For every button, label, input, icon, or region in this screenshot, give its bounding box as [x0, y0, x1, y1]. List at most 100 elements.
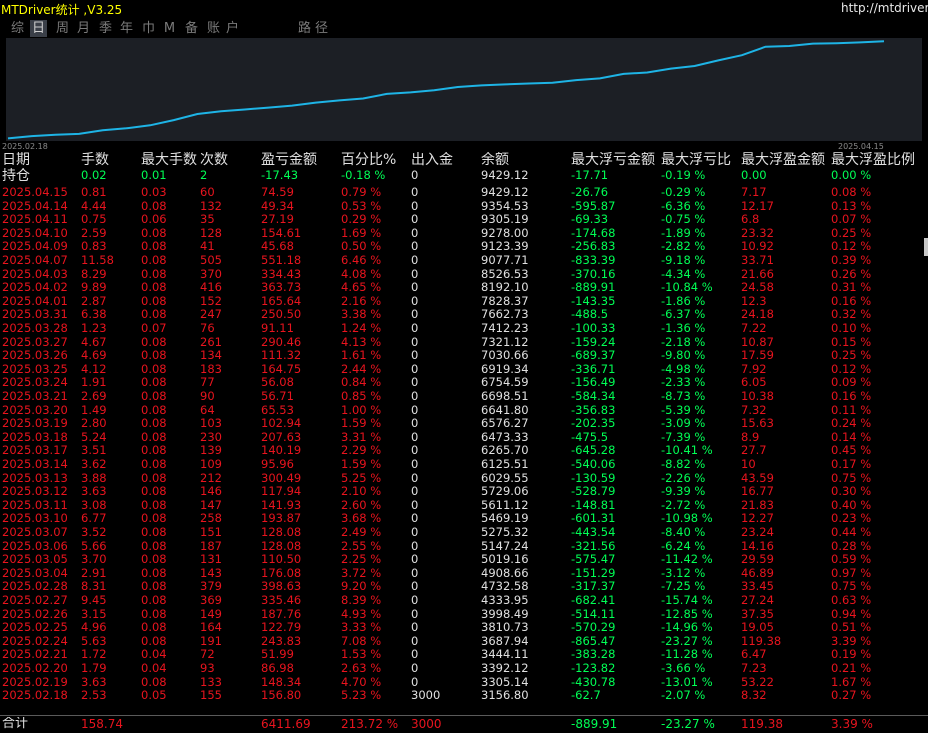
tab-1[interactable]: 日: [30, 20, 47, 37]
table-row[interactable]: 2025.03.11 3.08 0.08 147 141.93 2.60 % 0 5611.1…: [0, 498, 928, 512]
table-row[interactable]: 2025.03.13 3.88 0.08 212 300.49 5.25 % 0 6029.5…: [0, 471, 928, 485]
cell-lots: 2.87: [81, 293, 107, 308]
table-row[interactable]: 2025.02.18 2.53 0.05 155 156.80 5.23 % 3000 315…: [0, 688, 928, 702]
table-row[interactable]: 2025.04.02 9.89 0.08 416 363.73 4.65 % 0 8192.1…: [0, 280, 928, 294]
column-header-max-profit[interactable]: 最大浮盈金额: [741, 152, 829, 169]
table-row[interactable]: 2025.02.19 3.63 0.08 133 148.34 4.70 % 0 3305.1…: [0, 675, 928, 689]
table-row[interactable]: 2025.03.04 2.91 0.08 143 176.08 3.72 % 0 4908.6…: [0, 566, 928, 580]
cell-pct: 2.55 %: [341, 538, 382, 553]
table-row[interactable]: 2025.03.21 2.69 0.08 90 56.71 0.85 % 0 6698.51 -…: [0, 389, 928, 403]
cell-inout: 0: [411, 389, 419, 403]
cell-max-lots: 0.08: [141, 416, 167, 431]
tab-6[interactable]: 巾: [140, 20, 157, 37]
cell-lots: 0.83: [81, 239, 107, 254]
cell-max-loss: -317.37: [571, 579, 616, 594]
cell-inout: 0: [411, 253, 419, 267]
cell-max-profit: 14.16: [741, 538, 774, 553]
tab-10[interactable]: 户: [224, 20, 241, 37]
cell-max-loss-pct: -10.41 %: [661, 443, 713, 458]
table-row[interactable]: 2025.04.11 0.75 0.06 35 27.19 0.29 % 0 9305.19 -…: [0, 212, 928, 226]
cell-max-profit-pct: 0.97 %: [831, 565, 872, 580]
table-row[interactable]: 2025.03.06 5.66 0.08 187 128.08 2.55 % 0 5147.2…: [0, 539, 928, 553]
table-row[interactable]: 2025.03.19 2.80 0.08 103 102.94 1.59 % 0 6576.2…: [0, 416, 928, 430]
tab-0[interactable]: 综: [9, 20, 26, 37]
cell-pnl: 6411.69: [261, 717, 311, 731]
table-row[interactable]: 2025.02.20 1.79 0.04 93 86.98 2.63 % 0 3392.12 -…: [0, 661, 928, 675]
table-row[interactable]: 2025.02.24 5.63 0.08 191 243.83 7.08 % 0 3687.9…: [0, 634, 928, 648]
tab-8[interactable]: 备: [183, 20, 200, 37]
table-row[interactable]: 2025.03.07 3.52 0.08 151 128.08 2.49 % 0 5275.3…: [0, 525, 928, 539]
column-header-balance[interactable]: 余额: [481, 152, 569, 169]
tab-7[interactable]: M: [161, 20, 178, 37]
cell-max-loss: -584.34: [571, 389, 616, 403]
cell-lots: 4.44: [81, 198, 107, 213]
table-row[interactable]: 2025.04.01 2.87 0.08 152 165.64 2.16 % 0 7828.3…: [0, 294, 928, 308]
table-row[interactable]: 2025.02.28 8.31 0.08 379 398.63 9.20 % 0 4732.5…: [0, 579, 928, 593]
table-row[interactable]: 2025.03.12 3.63 0.08 146 117.94 2.10 % 0 5729.0…: [0, 484, 928, 498]
table-row[interactable]: 2025.03.17 3.51 0.08 139 140.19 2.29 % 0 6265.7…: [0, 443, 928, 457]
cell-max-loss-pct: -1.86 %: [661, 293, 706, 308]
tab-11[interactable]: 路: [296, 20, 313, 37]
table-row[interactable]: 2025.03.10 6.77 0.08 258 193.87 3.68 % 0 5469.1…: [0, 511, 928, 525]
table-row[interactable]: 2025.04.03 8.29 0.08 370 334.43 4.08 % 0 8526.5…: [0, 267, 928, 281]
table-row[interactable]: 2025.02.21 1.72 0.04 72 51.99 1.53 % 0 3444.11 -…: [0, 647, 928, 661]
cell-balance: 5469.19: [481, 511, 529, 526]
cell-date: 2025.02.25: [2, 620, 68, 635]
table-row[interactable]: 2025.03.27 4.67 0.08 261 290.46 4.13 % 0 7321.1…: [0, 335, 928, 349]
tab-3[interactable]: 月: [75, 20, 92, 37]
cell-max-profit-pct: 1.67 %: [831, 674, 872, 689]
cell-max-loss-pct: -4.98 %: [661, 361, 706, 376]
column-header-pct[interactable]: 百分比%: [341, 152, 409, 169]
column-header-max-loss[interactable]: 最大浮亏金额: [571, 152, 659, 169]
table-row[interactable]: 2025.03.26 4.69 0.08 134 111.32 1.61 % 0 7030.6…: [0, 348, 928, 362]
cell-max-loss-pct: -7.25 %: [661, 579, 706, 594]
column-header-max-profit-pct[interactable]: 最大浮盈比例: [831, 152, 927, 169]
table-row[interactable]: 2025.03.14 3.62 0.08 109 95.96 1.59 % 0 6125.51…: [0, 457, 928, 471]
table-row[interactable]: 2025.03.28 1.23 0.07 76 91.11 1.24 % 0 7412.23 -…: [0, 321, 928, 335]
cell-lots: 158.74: [81, 717, 123, 731]
table-row[interactable]: 2025.03.31 6.38 0.08 247 250.50 3.38 % 0 7662.7…: [0, 307, 928, 321]
cell-max-loss-pct: -2.72 %: [661, 497, 706, 512]
column-header-inout[interactable]: 出入金: [411, 152, 479, 169]
column-header-pnl[interactable]: 盈亏金额: [261, 152, 339, 169]
table-row[interactable]: 2025.03.25 4.12 0.08 183 164.75 2.44 % 0 6919.3…: [0, 362, 928, 376]
cell-max-profit-pct: 0.13 %: [831, 198, 872, 213]
cell-max-lots: 0.08: [141, 253, 167, 267]
table-row[interactable]: 2025.03.24 1.91 0.08 77 56.08 0.84 % 0 6754.59 -…: [0, 375, 928, 389]
table-row[interactable]: 2025.03.05 3.70 0.08 131 110.50 2.25 % 0 5019.1…: [0, 552, 928, 566]
column-header-max-lots[interactable]: 最大手数: [141, 152, 199, 169]
table-row[interactable]: 2025.03.20 1.49 0.08 64 65.53 1.00 % 0 6641.80 -…: [0, 403, 928, 417]
totals-row[interactable]: 合计 158.74 6411.69 213.72 % 3000 -889.91 -23.27…: [0, 715, 928, 733]
cell-max-profit-pct: 0.21 %: [831, 661, 872, 675]
site-url-link[interactable]: http://mtdriver.c: [841, 1, 928, 15]
table-row[interactable]: 2025.02.27 9.45 0.08 369 335.46 8.39 % 0 4333.9…: [0, 593, 928, 607]
table-row[interactable]: 2025.03.18 5.24 0.08 230 207.63 3.31 % 0 6473.3…: [0, 430, 928, 444]
column-header-lots[interactable]: 手数: [81, 152, 139, 169]
cell-max-loss-pct: -9.39 %: [661, 484, 706, 499]
table-row[interactable]: 2025.04.15 0.81 0.03 60 74.59 0.79 % 0 9429.12 -…: [0, 185, 928, 199]
column-header-max-loss-pct[interactable]: 最大浮亏比: [661, 152, 739, 169]
cell-max-loss: -69.33: [571, 212, 609, 227]
current-position-row[interactable]: 持仓 0.02 0.01 2 -17.43 -0.18 % 0 9429.12 -17.71 -0…: [0, 168, 928, 184]
table-row[interactable]: 2025.04.14 4.44 0.08 132 49.34 0.53 % 0 9354.53…: [0, 199, 928, 213]
column-header-date[interactable]: 日期: [2, 152, 80, 169]
tab-12[interactable]: 径: [313, 20, 330, 37]
tab-2[interactable]: 周: [54, 20, 71, 37]
tab-9[interactable]: 账: [205, 20, 222, 37]
table-row[interactable]: 2025.02.26 3.15 0.08 149 187.76 4.93 % 0 3998.4…: [0, 607, 928, 621]
cell-max-lots: 0.08: [141, 579, 167, 594]
cell-max-loss: -100.33: [571, 321, 616, 335]
table-row[interactable]: 2025.04.09 0.83 0.08 41 45.68 0.50 % 0 9123.39 -…: [0, 239, 928, 253]
vertical-scrollbar[interactable]: [922, 152, 928, 715]
cell-max-lots: 0.08: [141, 307, 167, 322]
cell-date: 2025.04.03: [2, 266, 68, 281]
table-row[interactable]: 2025.04.10 2.59 0.08 128 154.61 1.69 % 0 9278.0…: [0, 226, 928, 240]
tab-5[interactable]: 年: [118, 20, 135, 37]
cell-max-loss-pct: -2.18 %: [661, 334, 706, 349]
cell-max-loss: -443.54: [571, 525, 616, 539]
scrollbar-thumb[interactable]: [924, 238, 928, 256]
table-row[interactable]: 2025.02.25 4.96 0.08 164 122.79 3.33 % 0 3810.7…: [0, 620, 928, 634]
table-row[interactable]: 2025.04.07 11.58 0.08 505 551.18 6.46 % 0 9077.…: [0, 253, 928, 267]
column-header-count[interactable]: 次数: [200, 152, 258, 169]
tab-4[interactable]: 季: [97, 20, 114, 37]
